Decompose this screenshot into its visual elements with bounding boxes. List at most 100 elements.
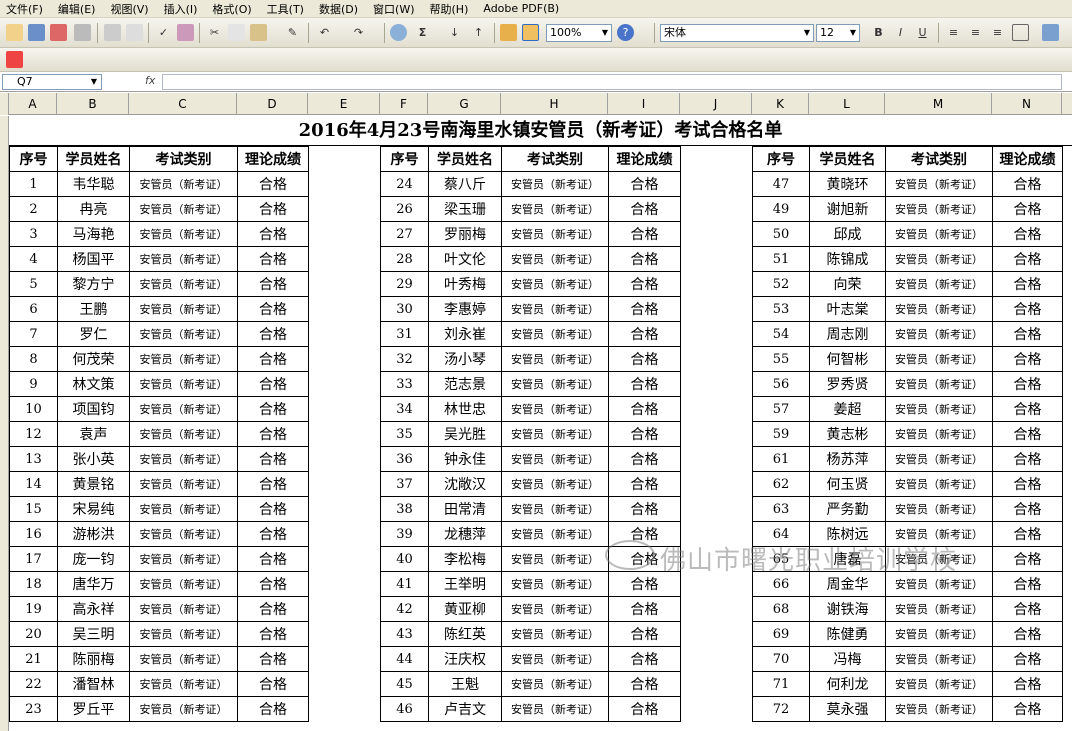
seq-cell[interactable]: 32 bbox=[380, 346, 429, 372]
result-cell[interactable]: 合格 bbox=[992, 421, 1063, 447]
result-cell[interactable]: 合格 bbox=[992, 546, 1063, 572]
seq-cell[interactable]: 12 bbox=[9, 421, 58, 447]
result-cell[interactable]: 合格 bbox=[237, 171, 309, 197]
seq-cell[interactable]: 62 bbox=[752, 471, 810, 497]
menu-item[interactable]: 文件(F) bbox=[6, 1, 43, 17]
category-cell[interactable]: 安管员（新考证） bbox=[885, 346, 993, 372]
seq-cell[interactable]: 59 bbox=[752, 421, 810, 447]
name-cell[interactable]: 罗仁 bbox=[57, 321, 130, 347]
seq-cell[interactable]: 30 bbox=[380, 296, 429, 322]
paste-icon[interactable] bbox=[250, 24, 267, 41]
result-cell[interactable]: 合格 bbox=[237, 371, 309, 397]
name-cell[interactable]: 周志刚 bbox=[809, 321, 886, 347]
result-cell[interactable]: 合格 bbox=[992, 346, 1063, 372]
result-cell[interactable]: 合格 bbox=[608, 371, 681, 397]
category-cell[interactable]: 安管员（新考证） bbox=[129, 646, 238, 672]
name-cell[interactable]: 王举明 bbox=[428, 571, 502, 597]
name-cell[interactable]: 何玉贤 bbox=[809, 471, 886, 497]
seq-cell[interactable]: 33 bbox=[380, 371, 429, 397]
result-cell[interactable]: 合格 bbox=[992, 396, 1063, 422]
copy-icon[interactable] bbox=[228, 24, 245, 41]
result-cell[interactable]: 合格 bbox=[992, 271, 1063, 297]
column-header-e[interactable]: E bbox=[308, 93, 380, 115]
result-cell[interactable]: 合格 bbox=[608, 496, 681, 522]
category-cell[interactable]: 安管员（新考证） bbox=[885, 271, 993, 297]
result-cell[interactable]: 合格 bbox=[608, 346, 681, 372]
result-cell[interactable]: 合格 bbox=[237, 421, 309, 447]
name-cell[interactable]: 袁声 bbox=[57, 421, 130, 447]
name-cell[interactable]: 龙穗萍 bbox=[428, 521, 502, 547]
category-cell[interactable]: 安管员（新考证） bbox=[501, 446, 609, 472]
category-cell[interactable]: 安管员（新考证） bbox=[129, 371, 238, 397]
column-header-h[interactable]: H bbox=[501, 93, 608, 115]
name-cell[interactable]: 游彬洪 bbox=[57, 521, 130, 547]
seq-cell[interactable]: 9 bbox=[9, 371, 58, 397]
name-cell[interactable]: 黄亚柳 bbox=[428, 596, 502, 622]
header-cell[interactable]: 学员姓名 bbox=[57, 146, 130, 172]
category-cell[interactable]: 安管员（新考证） bbox=[885, 321, 993, 347]
result-cell[interactable]: 合格 bbox=[608, 696, 681, 722]
result-cell[interactable]: 合格 bbox=[608, 646, 681, 672]
result-cell[interactable]: 合格 bbox=[237, 621, 309, 647]
category-cell[interactable]: 安管员（新考证） bbox=[885, 496, 993, 522]
category-cell[interactable]: 安管员（新考证） bbox=[501, 621, 609, 647]
result-cell[interactable]: 合格 bbox=[237, 396, 309, 422]
category-cell[interactable]: 安管员（新考证） bbox=[129, 446, 238, 472]
seq-cell[interactable]: 63 bbox=[752, 496, 810, 522]
name-cell[interactable]: 王魁 bbox=[428, 671, 502, 697]
name-cell[interactable]: 莫永强 bbox=[809, 696, 886, 722]
name-cell[interactable]: 梁玉珊 bbox=[428, 196, 502, 222]
header-cell[interactable]: 理论成绩 bbox=[992, 146, 1063, 172]
name-cell[interactable]: 杨苏萍 bbox=[809, 446, 886, 472]
category-cell[interactable]: 安管员（新考证） bbox=[501, 396, 609, 422]
category-cell[interactable]: 安管员（新考证） bbox=[885, 171, 993, 197]
name-cell[interactable]: 向荣 bbox=[809, 271, 886, 297]
name-cell[interactable]: 范志景 bbox=[428, 371, 502, 397]
result-cell[interactable]: 合格 bbox=[608, 396, 681, 422]
header-cell[interactable]: 理论成绩 bbox=[237, 146, 309, 172]
result-cell[interactable]: 合格 bbox=[237, 496, 309, 522]
category-cell[interactable]: 安管员（新考证） bbox=[501, 296, 609, 322]
name-cell[interactable]: 项国钧 bbox=[57, 396, 130, 422]
category-cell[interactable]: 安管员（新考证） bbox=[129, 546, 238, 572]
seq-cell[interactable]: 38 bbox=[380, 496, 429, 522]
category-cell[interactable]: 安管员（新考证） bbox=[129, 471, 238, 497]
result-cell[interactable]: 合格 bbox=[237, 471, 309, 497]
result-cell[interactable]: 合格 bbox=[608, 321, 681, 347]
formula-input[interactable] bbox=[162, 74, 1062, 90]
result-cell[interactable]: 合格 bbox=[608, 596, 681, 622]
category-cell[interactable]: 安管员（新考证） bbox=[885, 371, 993, 397]
seq-cell[interactable]: 52 bbox=[752, 271, 810, 297]
redo-icon[interactable]: ↷ bbox=[350, 24, 367, 41]
seq-cell[interactable]: 31 bbox=[380, 321, 429, 347]
result-cell[interactable]: 合格 bbox=[992, 296, 1063, 322]
seq-cell[interactable]: 20 bbox=[9, 621, 58, 647]
category-cell[interactable]: 安管员（新考证） bbox=[885, 596, 993, 622]
category-cell[interactable]: 安管员（新考证） bbox=[501, 271, 609, 297]
category-cell[interactable]: 安管员（新考证） bbox=[885, 421, 993, 447]
category-cell[interactable]: 安管员（新考证） bbox=[129, 246, 238, 272]
seq-cell[interactable]: 47 bbox=[752, 171, 810, 197]
seq-cell[interactable]: 28 bbox=[380, 246, 429, 272]
category-cell[interactable]: 安管员（新考证） bbox=[885, 196, 993, 222]
category-cell[interactable]: 安管员（新考证） bbox=[501, 671, 609, 697]
autosum-icon[interactable]: Σ bbox=[414, 24, 431, 41]
email-icon[interactable] bbox=[74, 24, 91, 41]
seq-cell[interactable]: 68 bbox=[752, 596, 810, 622]
seq-cell[interactable]: 41 bbox=[380, 571, 429, 597]
category-cell[interactable]: 安管员（新考证） bbox=[501, 646, 609, 672]
result-cell[interactable]: 合格 bbox=[237, 271, 309, 297]
name-cell[interactable]: 陈丽梅 bbox=[57, 646, 130, 672]
category-cell[interactable]: 安管员（新考证） bbox=[129, 271, 238, 297]
seq-cell[interactable]: 21 bbox=[9, 646, 58, 672]
seq-cell[interactable]: 55 bbox=[752, 346, 810, 372]
result-cell[interactable]: 合格 bbox=[608, 246, 681, 272]
column-header-c[interactable]: C bbox=[129, 93, 237, 115]
name-cell[interactable]: 马海艳 bbox=[57, 221, 130, 247]
name-cell[interactable]: 冯梅 bbox=[809, 646, 886, 672]
column-header-g[interactable]: G bbox=[428, 93, 501, 115]
name-cell[interactable]: 吴三明 bbox=[57, 621, 130, 647]
name-cell[interactable]: 李松梅 bbox=[428, 546, 502, 572]
category-cell[interactable]: 安管员（新考证） bbox=[501, 321, 609, 347]
name-cell[interactable]: 黄晓环 bbox=[809, 171, 886, 197]
